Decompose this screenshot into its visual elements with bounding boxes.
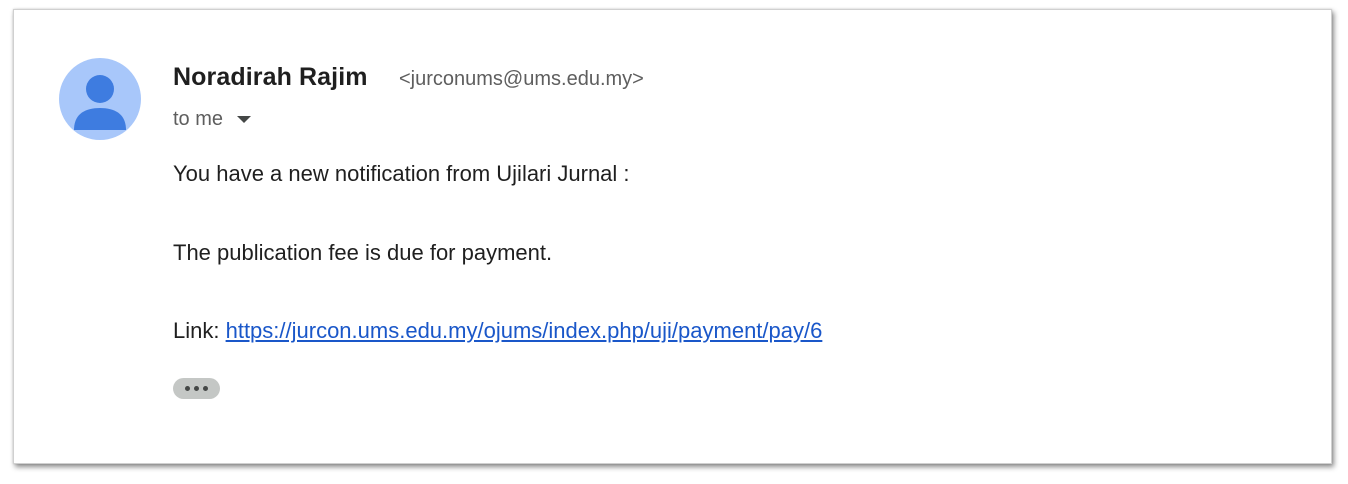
body-line-fee-due: The publication fee is due for payment. xyxy=(173,240,553,265)
caret-down-icon[interactable] xyxy=(237,115,252,123)
sender-email-address: <jurconums@ums.edu.my> xyxy=(399,68,644,90)
recipient-details-toggle[interactable]: to me xyxy=(173,106,252,132)
sender-avatar-icon[interactable] xyxy=(59,58,141,140)
ellipsis-dot xyxy=(203,386,208,391)
payment-link[interactable]: https://jurcon.ums.edu.my/ojums/index.ph… xyxy=(226,318,823,343)
body-line-link: Link: https://jurcon.ums.edu.my/ojums/in… xyxy=(173,318,822,344)
recipient-label: to me xyxy=(173,107,224,130)
email-message-card: Noradirah Rajim <jurconums@ums.edu.my> t… xyxy=(13,9,1332,464)
sender-name[interactable]: Noradirah Rajim xyxy=(173,63,368,92)
show-trimmed-content-button[interactable] xyxy=(173,378,220,399)
ellipsis-dot xyxy=(185,386,190,391)
link-prefix: Link: xyxy=(173,318,226,343)
person-icon xyxy=(74,75,126,130)
ellipsis-dot xyxy=(194,386,199,391)
body-line-notification: You have a new notification from Ujilari… xyxy=(173,161,630,186)
